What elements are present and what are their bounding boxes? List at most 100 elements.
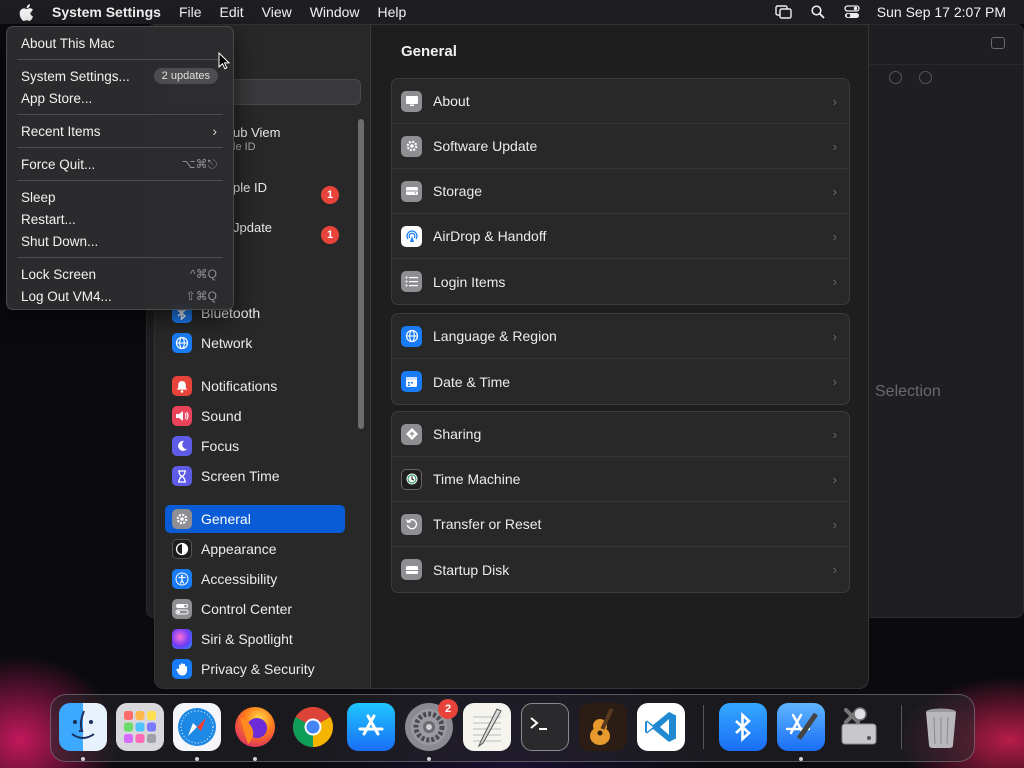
account-item[interactable]: ub Viem le ID <box>233 125 280 153</box>
sidebar-label: Siri & Spotlight <box>201 631 293 647</box>
menu-item-label: Sleep <box>21 189 56 205</box>
menu-item-log-out[interactable]: Log Out VM4... ⇧⌘Q <box>7 285 233 307</box>
sidebar-item-general[interactable]: General <box>165 505 345 533</box>
sidebar-label: Accessibility <box>201 571 278 587</box>
running-indicator <box>253 757 257 761</box>
menu-view[interactable]: View <box>253 0 301 24</box>
row-time-machine[interactable]: Time Machine › <box>392 457 849 502</box>
menu-help[interactable]: Help <box>369 0 416 24</box>
row-about[interactable]: About › <box>392 79 849 124</box>
chrome-icon[interactable] <box>289 703 337 751</box>
textedit-icon[interactable] <box>463 703 511 751</box>
row-language-region[interactable]: Language & Region › <box>392 314 849 359</box>
disk-icon <box>401 559 422 580</box>
sidebar-scrollbar[interactable] <box>358 119 364 429</box>
dock-separator <box>703 705 704 749</box>
menu-separator <box>17 59 223 60</box>
menu-item-label: Force Quit... <box>21 156 96 172</box>
system-settings-badge: 2 <box>438 699 458 719</box>
running-indicator <box>799 757 803 761</box>
settings-group-1: About › Software Update › Storage › AirD… <box>391 78 850 305</box>
screen-mirroring-icon[interactable] <box>767 0 801 24</box>
menu-item-force-quit[interactable]: Force Quit... ⌥⌘⎋ <box>7 153 233 175</box>
row-label: Login Items <box>433 273 506 290</box>
sidebar-item-network[interactable]: Network <box>165 329 345 357</box>
finder-icon[interactable] <box>59 703 107 751</box>
chevron-right-icon: › <box>832 374 837 389</box>
apple-menu-dropdown: About This Mac System Settings... 2 upda… <box>6 26 234 310</box>
menu-item-label: Restart... <box>21 211 76 227</box>
menu-item-label: App Store... <box>21 90 93 106</box>
row-storage[interactable]: Storage › <box>392 169 849 214</box>
running-indicator <box>195 757 199 761</box>
apple-menu-icon[interactable] <box>0 0 52 24</box>
sidebar-item-accessibility[interactable]: Accessibility <box>165 565 345 593</box>
row-startup-disk[interactable]: Startup Disk › <box>392 547 849 592</box>
chevron-right-icon: › <box>212 123 217 139</box>
menu-item-shut-down[interactable]: Shut Down... <box>7 230 233 252</box>
row-date-time[interactable]: Date & Time › <box>392 359 849 404</box>
account-subtitle: le ID <box>233 141 256 153</box>
disk-utility-icon[interactable] <box>835 703 883 751</box>
bluetooth-app-icon[interactable] <box>719 703 767 751</box>
menu-item-recent-items[interactable]: Recent Items › <box>7 120 233 142</box>
row-login-items[interactable]: Login Items › <box>392 259 849 304</box>
launchpad-icon[interactable] <box>116 703 164 751</box>
menu-file[interactable]: File <box>170 0 211 24</box>
firefox-icon[interactable] <box>231 703 279 751</box>
drive-icon <box>401 180 422 202</box>
garageband-icon[interactable] <box>579 703 627 751</box>
appearance-icon <box>172 539 192 559</box>
vscode-icon[interactable] <box>637 703 685 751</box>
chevron-right-icon: › <box>832 183 837 199</box>
sidebar-item-focus[interactable]: Focus <box>165 432 345 460</box>
chevron-right-icon: › <box>832 328 837 344</box>
menu-item-label: Shut Down... <box>21 233 99 249</box>
sidebar-item-siri-spotlight[interactable]: Siri & Spotlight <box>165 625 345 653</box>
sidebar-label: General <box>201 511 251 527</box>
app-store-icon[interactable] <box>347 703 395 751</box>
menu-item-system-settings[interactable]: System Settings... 2 updates <box>7 65 233 87</box>
sidebar-item-software-update[interactable]: Jpdate <box>233 220 272 235</box>
sidebar-item-notifications[interactable]: Notifications <box>165 372 345 400</box>
xcode-icon[interactable] <box>777 703 825 751</box>
menu-item-app-store[interactable]: App Store... <box>7 87 233 109</box>
display-icon <box>401 90 422 112</box>
background-window-text: Selection <box>875 383 941 400</box>
running-indicator <box>81 757 85 761</box>
chevron-right-icon: › <box>832 562 837 577</box>
trash-icon[interactable] <box>917 703 965 751</box>
reset-icon <box>401 513 422 535</box>
menu-item-about-this-mac[interactable]: About This Mac <box>7 32 233 54</box>
menu-item-sleep[interactable]: Sleep <box>7 186 233 208</box>
settings-group-2: Language & Region › Date & Time › <box>391 313 850 405</box>
sidebar-item-apple-id[interactable]: ple ID <box>233 180 267 195</box>
row-sharing[interactable]: Sharing › <box>392 412 849 457</box>
menu-item-lock-screen[interactable]: Lock Screen ^⌘Q <box>7 263 233 285</box>
sidebar-item-screen-time[interactable]: Screen Time <box>165 462 345 490</box>
switches-icon <box>172 599 192 619</box>
dock: 2 <box>50 694 975 762</box>
control-center-icon[interactable] <box>835 0 869 24</box>
menu-app-name[interactable]: System Settings <box>52 0 170 24</box>
page-title: General <box>401 43 457 60</box>
row-software-update[interactable]: Software Update › <box>392 124 849 169</box>
sidebar-item-sound[interactable]: Sound <box>165 402 345 430</box>
software-update-badge: 1 <box>321 226 339 244</box>
sidebar-item-privacy-security[interactable]: Privacy & Security <box>165 655 345 683</box>
menu-edit[interactable]: Edit <box>211 0 253 24</box>
row-transfer-reset[interactable]: Transfer or Reset › <box>392 502 849 547</box>
menubar-clock[interactable]: Sun Sep 17 2:07 PM <box>869 4 1024 20</box>
menu-item-restart[interactable]: Restart... <box>7 208 233 230</box>
menu-separator <box>17 180 223 181</box>
safari-icon[interactable] <box>173 703 221 751</box>
sidebar-item-control-center[interactable]: Control Center <box>165 595 345 623</box>
sidebar-label: Focus <box>201 438 240 454</box>
chevron-right-icon: › <box>832 471 837 487</box>
terminal-icon[interactable] <box>521 703 569 751</box>
row-airdrop-handoff[interactable]: AirDrop & Handoff › <box>392 214 849 259</box>
menu-window[interactable]: Window <box>301 0 369 24</box>
spotlight-search-icon[interactable] <box>801 0 835 24</box>
sidebar-item-appearance[interactable]: Appearance <box>165 535 345 563</box>
row-label: Language & Region <box>433 328 557 344</box>
